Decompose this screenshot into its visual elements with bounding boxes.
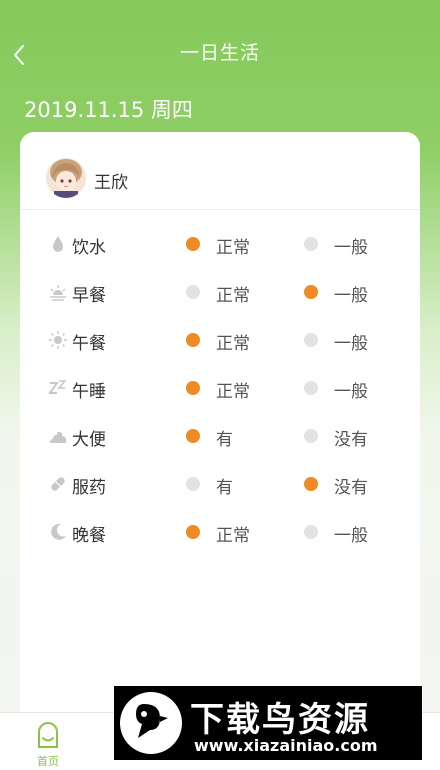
option-label: 一般 xyxy=(334,526,368,546)
pill-icon xyxy=(51,477,65,491)
option-label: 正常 xyxy=(216,334,250,354)
option-label: 没有 xyxy=(334,430,368,450)
option-label: 一般 xyxy=(334,286,368,306)
watermark-banner: 下载鸟资源 www.xiazainiao.com xyxy=(114,686,422,760)
option-label: 一般 xyxy=(334,334,368,354)
watermark-title: 下载鸟资源 xyxy=(190,700,370,740)
radio-dot xyxy=(304,429,318,443)
option-1-radio[interactable]: 有 xyxy=(186,464,276,504)
record-row-stool: 大便 有 没有 xyxy=(20,416,420,456)
home-icon xyxy=(38,722,58,748)
record-row-medicine: 服药 有 没有 xyxy=(20,464,420,504)
sleep-icon xyxy=(48,380,67,394)
option-label: 正常 xyxy=(216,382,250,402)
option-label: 有 xyxy=(216,430,233,450)
option-1-radio[interactable]: 有 xyxy=(186,416,276,456)
radio-dot-selected xyxy=(186,237,200,251)
option-label: 正常 xyxy=(216,286,250,306)
option-label: 一般 xyxy=(334,382,368,402)
option-label: 正常 xyxy=(216,526,250,546)
option-2-radio[interactable]: 没有 xyxy=(304,416,404,456)
option-2-radio[interactable]: 一般 xyxy=(304,512,404,552)
user-name: 王欣 xyxy=(94,173,128,193)
radio-dot-selected xyxy=(186,381,200,395)
option-2-radio[interactable]: 一般 xyxy=(304,224,404,264)
option-label: 一般 xyxy=(334,238,368,258)
tab-home[interactable]: 首页 xyxy=(22,719,74,769)
watermark-url: www.xiazainiao.com xyxy=(194,736,378,755)
record-row-dinner: 晚餐 正常 一般 xyxy=(20,512,420,552)
user-header: 王欣 xyxy=(20,132,420,210)
row-label: 晚餐 xyxy=(72,526,106,546)
stool-icon xyxy=(50,431,67,443)
header: 一日生活 2019.11.15 周四 xyxy=(0,0,440,122)
option-2-radio[interactable]: 一般 xyxy=(304,320,404,360)
radio-dot-selected xyxy=(304,477,318,491)
option-label: 没有 xyxy=(334,478,368,498)
row-label: 服药 xyxy=(72,478,106,498)
option-2-radio[interactable]: 一般 xyxy=(304,368,404,408)
sun-icon xyxy=(49,331,67,349)
row-label: 早餐 xyxy=(72,286,106,306)
option-1-radio[interactable]: 正常 xyxy=(186,320,276,360)
option-1-radio[interactable]: 正常 xyxy=(186,368,276,408)
radio-dot xyxy=(304,237,318,251)
radio-dot-selected xyxy=(186,333,200,347)
option-2-radio[interactable]: 没有 xyxy=(304,464,404,504)
option-label: 正常 xyxy=(216,238,250,258)
radio-dot-selected xyxy=(304,285,318,299)
date-label: 2019.11.15 周四 xyxy=(24,98,193,122)
radio-dot xyxy=(304,381,318,395)
option-2-radio[interactable]: 一般 xyxy=(304,272,404,312)
option-label: 有 xyxy=(216,478,233,498)
water-drop-icon xyxy=(53,236,63,252)
row-label: 午餐 xyxy=(72,334,106,354)
radio-dot xyxy=(186,285,200,299)
avatar[interactable] xyxy=(46,158,86,198)
page-title: 一日生活 xyxy=(179,42,260,64)
radio-dot xyxy=(304,525,318,539)
bird-logo-icon xyxy=(120,692,182,754)
moon-icon xyxy=(51,523,66,540)
radio-dot-selected xyxy=(186,525,200,539)
row-label: 大便 xyxy=(72,430,106,450)
row-label: 午睡 xyxy=(72,382,106,402)
radio-dot xyxy=(304,333,318,347)
option-1-radio[interactable]: 正常 xyxy=(186,272,276,312)
option-1-radio[interactable]: 正常 xyxy=(186,224,276,264)
record-row-lunch: 午餐 正常 一般 xyxy=(20,320,420,360)
record-row-breakfast: 早餐 正常 一般 xyxy=(20,272,420,312)
radio-dot xyxy=(186,477,200,491)
record-row-nap: 午睡 正常 一般 xyxy=(20,368,420,408)
tab-home-label: 首页 xyxy=(37,755,59,768)
daily-record-card: 王欣 饮水 正常 一般 早餐 正常 一般 午餐 正常 一般 午睡 正常 一般 大… xyxy=(20,132,420,732)
radio-dot-selected xyxy=(186,429,200,443)
record-row-water: 饮水 正常 一般 xyxy=(20,224,420,264)
option-1-radio[interactable]: 正常 xyxy=(186,512,276,552)
row-label: 饮水 xyxy=(72,238,106,258)
sunrise-icon xyxy=(50,285,66,301)
